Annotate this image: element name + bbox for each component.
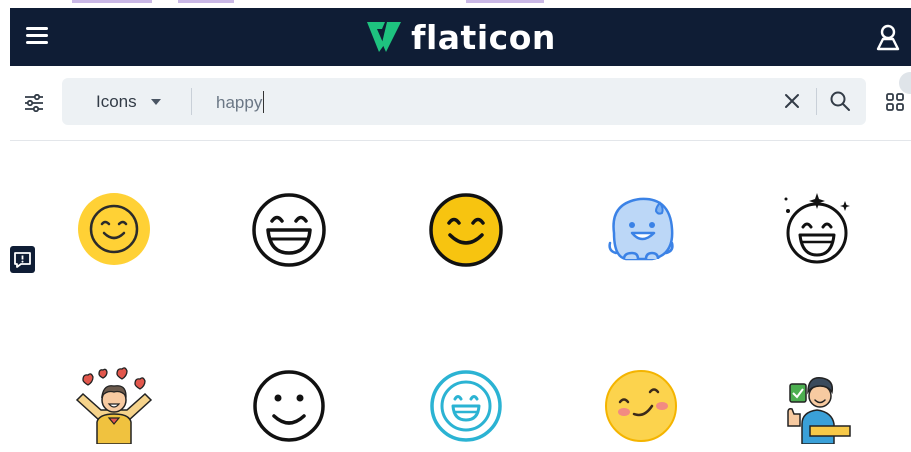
search-icon[interactable]	[829, 90, 851, 112]
blue-blob-sweat-icon[interactable]	[596, 185, 686, 275]
brand-name: flaticon	[411, 17, 556, 57]
collections-grid-icon[interactable]	[886, 93, 904, 111]
search-toolbar: Icons 0	[10, 66, 911, 141]
person-hearts-icon[interactable]	[69, 362, 159, 452]
resource-type-dropdown[interactable]: Icons	[96, 78, 161, 125]
text-cursor	[263, 91, 264, 113]
laughing-outline-icon[interactable]	[244, 185, 334, 275]
search-divider	[191, 88, 192, 115]
flaticon-logo-mark-icon	[367, 22, 402, 52]
feedback-button[interactable]	[10, 246, 35, 273]
smiling-yellow-outline-icon[interactable]	[421, 185, 511, 275]
blush-smile-icon[interactable]	[596, 362, 686, 452]
user-account-icon[interactable]	[875, 23, 901, 51]
resource-type-label: Icons	[96, 91, 137, 111]
feedback-chat-icon	[14, 252, 31, 268]
top-navbar: flaticon	[10, 8, 911, 66]
search-bar: Icons	[62, 78, 866, 125]
simple-smile-outline-icon[interactable]	[244, 362, 334, 452]
top-tab-indicator	[178, 0, 234, 3]
laughing-sparkle-icon[interactable]	[772, 185, 862, 275]
clear-search-icon[interactable]	[783, 92, 801, 110]
top-tab-indicator	[72, 0, 152, 3]
man-thumbs-up-icon[interactable]	[772, 362, 862, 452]
smile-closed-eyes-yellow-icon[interactable]	[69, 185, 159, 275]
filters-icon[interactable]	[24, 94, 44, 112]
teal-grin-icon[interactable]	[421, 362, 511, 452]
collections-count-badge: 0	[899, 72, 911, 94]
search-divider	[816, 88, 817, 115]
top-tab-indicator	[466, 0, 544, 3]
caret-down-icon	[150, 98, 161, 105]
search-input[interactable]	[214, 87, 778, 118]
flaticon-logo[interactable]: flaticon	[365, 18, 556, 57]
hamburger-menu-icon[interactable]	[26, 27, 48, 47]
